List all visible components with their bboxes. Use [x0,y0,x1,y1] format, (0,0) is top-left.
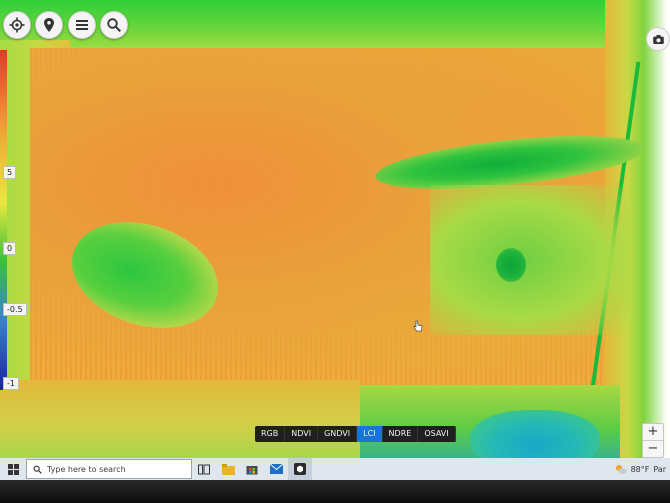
zoom-control: + − [642,423,664,458]
legend-label-neg-1: -1 [3,377,19,390]
search-button[interactable] [100,11,128,39]
legend-label-5: 5 [3,166,17,179]
map-imagery-pond [496,248,526,282]
hand-cursor-icon [413,320,423,332]
index-option-gndvi[interactable]: GNDVI [318,426,358,442]
vegetation-index-selector: RGB NDVI GNDVI LCI NDRE OSAVI [255,426,456,442]
camera-icon [652,34,664,44]
taskbar-app-file-explorer[interactable] [216,458,240,480]
camera-button[interactable] [646,27,670,51]
legend-label-neg-0-5: -0.5 [3,303,27,316]
folder-icon [221,463,235,475]
windows-logo-icon [7,463,19,475]
layers-list-button[interactable] [68,11,96,39]
taskbar: Type here to search 88°F Par [0,458,670,480]
locate-button[interactable] [3,11,31,39]
weather-condition[interactable]: Par [653,465,666,474]
zoom-out-button[interactable]: − [643,440,663,457]
legend-color-scale [0,50,7,390]
zoom-in-button[interactable]: + [643,424,663,440]
index-option-osavi[interactable]: OSAVI [418,426,456,442]
store-icon [246,466,258,475]
weather-icon [615,465,627,474]
mail-icon [269,464,283,474]
taskbar-search-input[interactable]: Type here to search [26,459,192,479]
system-tray: 88°F Par [615,464,670,474]
locate-icon [9,17,25,33]
map-imagery-water [470,410,600,458]
pin-button[interactable] [35,11,63,39]
start-button[interactable] [0,458,26,480]
map-imagery-pasture [430,185,630,335]
list-icon [76,20,88,30]
taskbar-search-placeholder: Type here to search [47,464,126,474]
task-view-button[interactable] [192,458,216,480]
search-icon [33,465,42,474]
weather-temperature[interactable]: 88°F [631,465,650,474]
taskbar-app-active[interactable] [288,458,312,480]
app-hexagon-icon [294,463,306,475]
index-option-ndre[interactable]: NDRE [383,426,419,442]
map-viewport[interactable]: 5 0 -0.5 -1 RGB NDVI GNDVI LCI NDRE OSAV… [0,0,670,458]
taskbar-app-store[interactable] [240,458,264,480]
search-icon [107,18,122,33]
map-imagery-south-west [0,380,360,458]
index-option-ndvi[interactable]: NDVI [285,426,319,442]
index-option-rgb[interactable]: RGB [255,426,286,442]
task-view-icon [198,464,210,474]
index-option-lci[interactable]: LCI [357,426,383,442]
legend-label-0: 0 [3,242,17,255]
monitor-bezel [0,480,670,503]
pin-icon [44,18,54,32]
taskbar-app-mail[interactable] [264,458,288,480]
